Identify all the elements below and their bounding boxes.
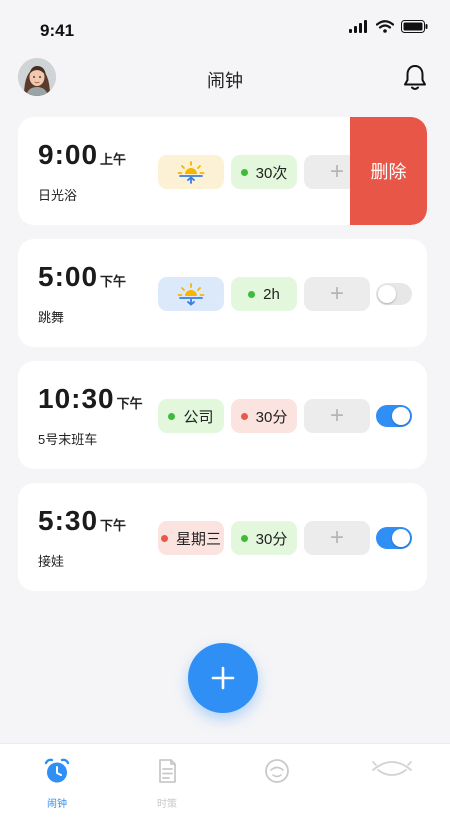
alarm-toggle[interactable]: [376, 283, 412, 305]
document-icon: [159, 759, 176, 783]
toggle-knob: [378, 285, 396, 303]
alarm-label: 接娃: [38, 554, 65, 569]
plus-icon: +: [329, 524, 344, 551]
nav-item-alarm[interactable]: 闹钟: [27, 756, 87, 810]
alarm-time-group: 5:00 下午: [38, 261, 126, 293]
alarm-card[interactable]: 5:30 下午 接娃 星期三 30分 +: [18, 483, 427, 591]
sunset-icon: [177, 283, 205, 306]
alarm-time: 10:30: [38, 383, 115, 414]
nav-item-notes[interactable]: 时策: [137, 756, 197, 810]
face-icon: [265, 759, 289, 783]
sunrise-icon: [177, 161, 205, 184]
bell-icon[interactable]: [402, 64, 428, 92]
alarm-time: 9:00: [38, 139, 99, 170]
alarm-time: 5:30: [38, 505, 99, 536]
chip-label: 星期三: [175, 530, 221, 548]
chip-label: 2h: [263, 285, 280, 303]
duration-chip[interactable]: 2h: [231, 277, 297, 311]
battery-icon: [401, 20, 428, 33]
weekday-chip[interactable]: 星期三: [158, 521, 224, 555]
nav-item-eye[interactable]: [357, 756, 427, 795]
sunrise-chip[interactable]: [158, 155, 224, 189]
header: 闹钟: [0, 58, 450, 100]
toggle-knob: [392, 529, 410, 547]
alarm-ampm: 上午: [100, 152, 127, 167]
bottom-nav: 闹钟 时策: [0, 743, 450, 829]
toggle-knob: [392, 407, 410, 425]
location-chip[interactable]: 公司: [158, 399, 224, 433]
nav-label: 时策: [157, 799, 177, 810]
chip-label: 30分: [255, 408, 288, 426]
alarm-time-group: 10:30 下午: [38, 383, 143, 415]
status-dot: [168, 412, 176, 420]
add-chip-button[interactable]: +: [304, 399, 370, 433]
plus-icon: +: [329, 158, 344, 185]
chip-label: 30分: [255, 530, 288, 548]
status-time: 9:41: [40, 21, 75, 40]
status-icons: [349, 20, 428, 33]
page-title: 闹钟: [207, 71, 243, 91]
chip-label: 30次: [255, 164, 288, 182]
eye-icon: [372, 761, 412, 776]
alarm-ampm: 下午: [116, 396, 143, 411]
alarm-ampm: 下午: [100, 518, 127, 533]
alarm-time-group: 5:30 下午: [38, 505, 126, 537]
nav-label: 闹钟: [47, 799, 67, 810]
status-dot: [160, 534, 168, 542]
plus-icon: [211, 666, 235, 690]
status-dot: [240, 412, 248, 420]
alarm-time-group: 9:00 上午: [38, 139, 126, 171]
status-dot: [240, 534, 248, 542]
alarm-label: 日光浴: [38, 188, 78, 203]
alarm-card[interactable]: 5:00 下午 跳舞 2h +: [18, 239, 427, 347]
status-bar: 9:41: [0, 0, 450, 58]
nav-item-face[interactable]: [247, 756, 307, 795]
status-dot: [248, 290, 256, 298]
delete-button[interactable]: 删除: [350, 117, 427, 225]
add-alarm-button[interactable]: [188, 643, 258, 713]
alarm-label: 5号末班车: [38, 432, 98, 447]
repeat-chip[interactable]: 30次: [231, 155, 297, 189]
alarm-label: 跳舞: [38, 310, 65, 325]
plus-icon: +: [329, 402, 344, 429]
add-chip-button[interactable]: +: [304, 521, 370, 555]
plus-icon: +: [329, 280, 344, 307]
alarm-clock-icon: [44, 758, 70, 783]
signal-icon: [349, 20, 367, 33]
chip-label: 公司: [183, 408, 214, 426]
alarm-card[interactable]: 9:00 上午 日光浴 30次 + 删除: [18, 117, 427, 225]
alarm-toggle[interactable]: [376, 405, 412, 427]
status-dot: [240, 168, 248, 176]
alarm-time: 5:00: [38, 261, 99, 292]
add-chip-button[interactable]: +: [304, 277, 370, 311]
sunset-chip[interactable]: [158, 277, 224, 311]
alarm-toggle[interactable]: [376, 527, 412, 549]
alarm-card[interactable]: 10:30 下午 5号末班车 公司 30分 +: [18, 361, 427, 469]
duration-chip[interactable]: 30分: [231, 399, 297, 433]
wifi-icon: [376, 20, 394, 33]
alarm-ampm: 下午: [100, 274, 127, 289]
duration-chip[interactable]: 30分: [231, 521, 297, 555]
